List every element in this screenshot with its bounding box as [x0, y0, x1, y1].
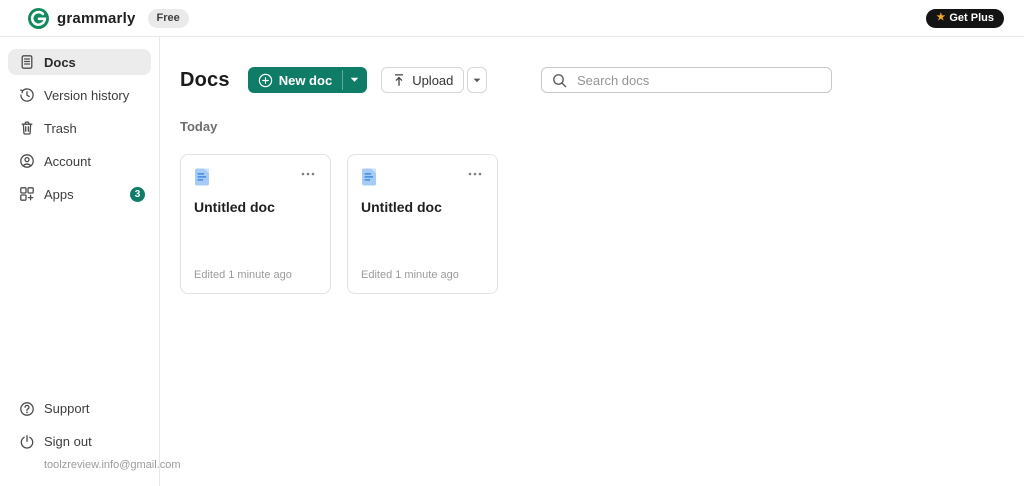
trash-icon [19, 120, 35, 136]
sidebar-item-version-history[interactable]: Version history [8, 82, 151, 108]
grammarly-logo-icon[interactable] [28, 7, 49, 29]
main-content: Docs New doc Upload Search docs Today Un… [160, 37, 1024, 486]
ellipsis-icon [468, 172, 482, 176]
upload-label: Upload [412, 72, 454, 88]
sidebar-item-label: Trash [44, 120, 77, 136]
sidebar-item-label: Sign out [44, 434, 92, 450]
brand: grammarly Free [28, 7, 189, 29]
top-bar: grammarly Free ★ Get Plus [0, 0, 1024, 37]
account-icon [19, 153, 35, 169]
upload-dropdown-button[interactable] [467, 67, 488, 93]
app-window: grammarly Free ★ Get Plus Docs Version h… [0, 0, 1024, 486]
get-plus-label: Get Plus [949, 12, 994, 24]
docs-icon [19, 54, 35, 70]
chevron-down-icon [473, 78, 481, 82]
doc-cards: Untitled doc Edited 1 minute ago Untitle… [180, 154, 1024, 294]
doc-title: Untitled doc [361, 199, 442, 215]
sidebar-item-sign-out[interactable]: Sign out [8, 429, 151, 455]
brand-wordmark: grammarly [57, 9, 136, 27]
doc-edited-time: Edited 1 minute ago [361, 269, 459, 281]
upload-button-group: Upload [381, 67, 488, 93]
doc-card[interactable]: Untitled doc Edited 1 minute ago [347, 154, 498, 294]
sidebar-item-label: Docs [44, 54, 76, 70]
card-top [194, 167, 317, 187]
help-icon [19, 401, 35, 417]
new-doc-main[interactable]: New doc [248, 67, 342, 93]
plan-badge: Free [147, 8, 189, 28]
get-plus-button[interactable]: ★ Get Plus [926, 8, 1004, 28]
doc-card[interactable]: Untitled doc Edited 1 minute ago [180, 154, 331, 294]
upload-button[interactable]: Upload [381, 67, 465, 93]
search-icon [553, 73, 567, 87]
star-icon: ★ [936, 12, 946, 23]
new-doc-dropdown-button[interactable] [343, 67, 367, 93]
card-menu-button[interactable] [299, 170, 317, 178]
doc-title: Untitled doc [194, 199, 275, 215]
ellipsis-icon [301, 172, 315, 176]
sidebar-item-trash[interactable]: Trash [8, 115, 151, 141]
sidebar-item-apps[interactable]: Apps 3 [8, 181, 151, 207]
sidebar-item-account[interactable]: Account [8, 148, 151, 174]
sidebar-item-label: Account [44, 153, 91, 169]
version-history-icon [19, 87, 35, 103]
plus-circle-icon [258, 73, 272, 87]
page-title: Docs [180, 68, 230, 91]
new-doc-button[interactable]: New doc [247, 67, 368, 93]
apps-count-badge: 3 [130, 186, 145, 202]
sidebar-footer: Support Sign out toolzreview.info@gmail.… [0, 396, 181, 486]
sidebar-nav: Docs Version history Trash Account Apps … [0, 49, 159, 214]
chevron-down-icon [350, 77, 359, 82]
section-label: Today [180, 119, 218, 134]
apps-icon [19, 186, 35, 202]
new-doc-label: New doc [278, 72, 333, 88]
card-menu-button[interactable] [466, 170, 484, 178]
doc-edited-time: Edited 1 minute ago [194, 269, 292, 281]
sidebar-item-docs[interactable]: Docs [8, 49, 151, 75]
sidebar: Docs Version history Trash Account Apps … [0, 37, 181, 486]
card-top [361, 167, 484, 187]
document-icon [362, 168, 376, 186]
document-icon [195, 168, 209, 186]
sidebar-item-label: Support [44, 401, 90, 417]
sidebar-item-label: Apps [44, 186, 74, 202]
sidebar-item-support[interactable]: Support [8, 396, 151, 422]
page-body: Docs Version history Trash Account Apps … [0, 37, 1024, 486]
search-box [541, 67, 832, 93]
upload-icon [395, 74, 404, 86]
power-icon [19, 434, 35, 450]
search-input[interactable] [575, 71, 821, 89]
account-email: toolzreview.info@gmail.com [44, 458, 181, 471]
sidebar-item-label: Version history [44, 87, 130, 103]
content-header: Docs New doc Upload Search docs [180, 67, 1024, 93]
